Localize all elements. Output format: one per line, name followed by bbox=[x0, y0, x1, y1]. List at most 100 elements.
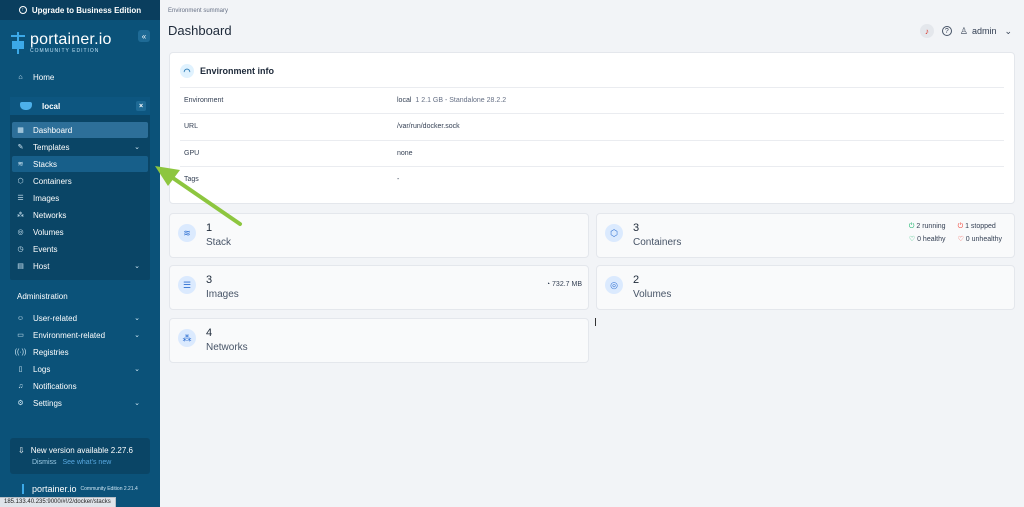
user-menu[interactable]: ♙ admin ⌄ bbox=[960, 26, 1012, 37]
sidebar-item-templates[interactable]: ✎ Templates ⌄ bbox=[12, 139, 148, 155]
sidebar-item-label: Registries bbox=[33, 347, 69, 357]
layers-icon: ≋ bbox=[178, 224, 196, 242]
chevron-down-icon[interactable]: ⌄ bbox=[134, 262, 140, 270]
sidebar-item-label: Notifications bbox=[33, 381, 77, 391]
logo[interactable]: portainer.io COMMUNITY EDITION « bbox=[10, 30, 150, 56]
containers-tile[interactable]: ⬡ 3 Containers ⏻ 2 running ⏻ 1 stopped ♡… bbox=[596, 213, 1015, 258]
sidebar-item-home[interactable]: ⌂ Home bbox=[12, 69, 148, 85]
page-title: Dashboard bbox=[168, 23, 232, 38]
file-icon: ▯ bbox=[18, 366, 23, 373]
sidebar-item-label: Host bbox=[33, 261, 50, 271]
info-row-tags: Tags - bbox=[180, 166, 1004, 192]
download-icon: ⇩ bbox=[18, 446, 25, 455]
users-icon: ☺ bbox=[16, 314, 25, 322]
sidebar-item-containers[interactable]: ⬡ Containers bbox=[12, 173, 148, 189]
sidebar-item-host[interactable]: ▤ Host ⌄ bbox=[12, 258, 148, 274]
environment-header[interactable]: local × bbox=[10, 97, 150, 115]
database-icon: ◎ bbox=[605, 276, 623, 294]
update-title: New version available 2.27.6 bbox=[30, 446, 133, 455]
sidebar: ↑ Upgrade to Business Edition portainer.… bbox=[0, 0, 160, 507]
stack-tile[interactable]: ≋ 1 Stack bbox=[169, 213, 589, 258]
images-tile[interactable]: ☰ 3 Images ◔ 732.7 MB bbox=[169, 265, 589, 310]
network-icon: ⁂ bbox=[178, 329, 196, 347]
sidebar-item-environment-related[interactable]: ▭ Environment-related ⌄ bbox=[12, 327, 148, 343]
chevron-down-icon[interactable]: ⌄ bbox=[134, 331, 140, 339]
network-icon: ⁂ bbox=[17, 212, 24, 219]
sidebar-item-volumes[interactable]: ◎ Volumes bbox=[12, 224, 148, 240]
environment-info-title: Environment info bbox=[200, 66, 274, 76]
running-count: 2 running bbox=[916, 223, 946, 230]
chevron-down-icon[interactable]: ⌄ bbox=[134, 314, 140, 322]
volumes-tile[interactable]: ◎ 2 Volumes bbox=[596, 265, 1015, 310]
info-key: URL bbox=[184, 123, 199, 130]
chevron-down-icon[interactable]: ⌄ bbox=[134, 365, 140, 373]
sidebar-item-notifications[interactable]: ♫ Notifications bbox=[12, 378, 148, 394]
update-notice: ⇩ New version available 2.27.6 Dismiss S… bbox=[10, 438, 150, 474]
sidebar-item-images[interactable]: ☰ Images bbox=[12, 190, 148, 206]
list-icon: ☰ bbox=[17, 195, 24, 202]
sidebar-item-registries[interactable]: ((·)) Registries bbox=[12, 344, 148, 360]
upgrade-label: Upgrade to Business Edition bbox=[31, 5, 142, 15]
sidebar-item-label: Containers bbox=[33, 176, 72, 186]
images-count: 3 bbox=[206, 274, 213, 286]
environment-info-card: ◠ Environment info Environment local 1 2… bbox=[169, 52, 1015, 204]
chevron-down-icon[interactable]: ⌄ bbox=[134, 399, 140, 407]
sidebar-item-label: Images bbox=[33, 193, 60, 203]
info-key: Tags bbox=[184, 176, 199, 183]
images-size: ◔ 732.7 MB bbox=[545, 281, 582, 288]
sidebar-item-logs[interactable]: ▯ Logs ⌄ bbox=[12, 361, 148, 377]
notification-bell-icon[interactable]: ♪ bbox=[919, 24, 934, 38]
breadcrumb: Environment summary bbox=[168, 8, 229, 14]
see-whats-new-link[interactable]: See what's new bbox=[62, 459, 111, 466]
text-cursor bbox=[595, 318, 596, 326]
dismiss-link[interactable]: Dismiss bbox=[32, 459, 57, 466]
sidebar-item-events[interactable]: ◷ Events bbox=[12, 241, 148, 257]
box-icon: ⬡ bbox=[605, 224, 623, 242]
info-key: GPU bbox=[184, 150, 200, 157]
chevron-down-icon[interactable]: ⌄ bbox=[134, 143, 140, 151]
sidebar-item-settings[interactable]: ⚙ Settings ⌄ bbox=[12, 395, 148, 411]
heart-icon: ♡ bbox=[908, 236, 916, 243]
info-row-url: URL /var/run/docker.sock bbox=[180, 113, 1004, 139]
user-icon: ♙ bbox=[959, 25, 968, 36]
footer-name: portainer.io bbox=[32, 484, 77, 494]
images-label: Images bbox=[206, 289, 239, 300]
close-environment-button[interactable]: × bbox=[136, 101, 146, 111]
dashboard-icon: ▦ bbox=[17, 127, 24, 134]
box-icon: ⬡ bbox=[17, 178, 24, 185]
stack-count: 1 bbox=[206, 222, 213, 234]
sidebar-footer: portainer.io Community Edition 2.21.4 bbox=[22, 484, 138, 494]
sidebar-item-label: Events bbox=[33, 244, 58, 254]
sidebar-item-user-related[interactable]: ☺ User-related ⌄ bbox=[12, 310, 148, 326]
help-icon[interactable]: ? bbox=[941, 26, 952, 36]
upgrade-banner[interactable]: ↑ Upgrade to Business Edition bbox=[0, 0, 160, 20]
logo-edition: COMMUNITY EDITION bbox=[30, 48, 100, 54]
sidebar-item-label: Logs bbox=[33, 364, 51, 374]
sidebar-item-networks[interactable]: ⁂ Networks bbox=[12, 207, 148, 223]
collapse-sidebar-button[interactable]: « bbox=[138, 30, 150, 42]
sidebar-item-label: Stacks bbox=[33, 159, 58, 169]
heart-broken-icon: ♡ bbox=[957, 236, 964, 243]
bell-icon: ♫ bbox=[17, 382, 24, 390]
database-icon: ◎ bbox=[17, 229, 24, 236]
power-icon: ⏻ bbox=[908, 223, 915, 230]
sidebar-item-dashboard[interactable]: ▦ Dashboard bbox=[12, 122, 148, 138]
main-content: Environment summary Dashboard ♪ ? ♙ admi… bbox=[160, 0, 1024, 507]
sidebar-item-label: Volumes bbox=[33, 227, 64, 237]
networks-tile[interactable]: ⁂ 4 Networks bbox=[169, 318, 589, 363]
radio-icon: ((·)) bbox=[14, 348, 27, 356]
sidebar-item-stacks[interactable]: ≋ Stacks bbox=[12, 156, 148, 172]
info-value: /var/run/docker.sock bbox=[397, 123, 460, 130]
unhealthy-count: 0 unhealthy bbox=[965, 236, 1002, 243]
networks-count: 4 bbox=[206, 327, 213, 339]
portainer-logo-icon bbox=[10, 32, 26, 54]
docker-icon bbox=[20, 102, 32, 110]
header-actions: ♪ ? ♙ admin ⌄ bbox=[919, 24, 1012, 38]
edit-icon: ✎ bbox=[17, 144, 24, 151]
containers-count: 3 bbox=[633, 222, 640, 234]
info-value: local bbox=[397, 97, 412, 104]
chevron-down-icon: ⌄ bbox=[1004, 25, 1012, 36]
administration-heading: Administration bbox=[17, 292, 68, 301]
footer-version: Community Edition 2.21.4 bbox=[80, 486, 138, 492]
volumes-label: Volumes bbox=[633, 289, 672, 300]
